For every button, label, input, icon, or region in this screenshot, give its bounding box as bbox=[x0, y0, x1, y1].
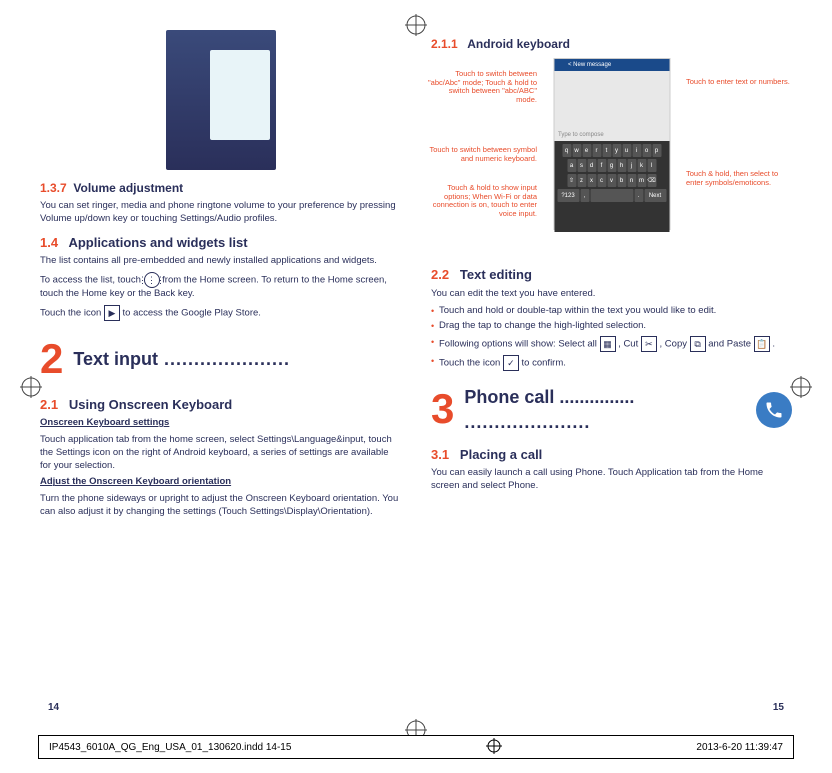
keyboard-key: l bbox=[647, 159, 656, 172]
keyboard-key: b bbox=[617, 174, 626, 187]
page-number-right: 15 bbox=[773, 702, 784, 713]
play-store-icon: ▶ bbox=[104, 305, 120, 321]
text-editing-list: Touch and hold or double-tap within the … bbox=[431, 305, 792, 372]
keyboard-key: p bbox=[652, 144, 661, 157]
keyboard-key: g bbox=[607, 159, 616, 172]
keyboard-key: y bbox=[612, 144, 621, 157]
keyboard-key: d bbox=[587, 159, 596, 172]
select-all-icon: ▦ bbox=[600, 336, 616, 352]
space-key bbox=[590, 189, 633, 202]
registration-mark-icon bbox=[405, 14, 427, 36]
keyboard-key: v bbox=[607, 174, 616, 187]
phone-app-icon bbox=[756, 392, 792, 428]
keyboard-key: o bbox=[642, 144, 651, 157]
paste-icon: 📋 bbox=[754, 336, 770, 352]
shift-key-icon: ⇧ bbox=[567, 174, 576, 187]
heading-1-4: 1.4 Applications and widgets list bbox=[40, 234, 401, 252]
keyboard-key: n bbox=[627, 174, 636, 187]
keyboard-key: q bbox=[562, 144, 571, 157]
settings-screenshot bbox=[166, 30, 276, 170]
body-kb-settings: Touch application tab from the home scre… bbox=[40, 434, 401, 472]
subheading-kb-orientation: Adjust the Onscreen Keyboard orientation bbox=[40, 476, 401, 489]
keyboard-key: u bbox=[622, 144, 631, 157]
keyboard-key: x bbox=[587, 174, 596, 187]
keyboard-key: s bbox=[577, 159, 586, 172]
heading-1-3-7: 1.3.7 Volume adjustment bbox=[40, 180, 401, 196]
right-page: 2.1.1 Android keyboard Touch to switch b… bbox=[431, 30, 792, 523]
keyboard-key: e bbox=[582, 144, 591, 157]
period-key: . bbox=[634, 189, 643, 202]
heading-2-2: 2.2 Text editing bbox=[431, 266, 792, 284]
copy-icon: ⧉ bbox=[690, 336, 706, 352]
left-page: 1.3.7 Volume adjustment You can set ring… bbox=[40, 30, 401, 523]
body-2-2-intro: You can edit the text you have entered. bbox=[431, 288, 792, 301]
keyboard-figure: Touch to switch between "abc/Abc" mode; … bbox=[431, 58, 792, 258]
confirm-check-icon: ✓ bbox=[503, 355, 519, 371]
body-1-4-p3: Touch the icon ▶ to access the Google Pl… bbox=[40, 305, 401, 321]
footer-timestamp: 2013-6-20 11:39:47 bbox=[696, 742, 783, 753]
chapter-3-heading: 3 Phone call ............... bbox=[431, 381, 792, 438]
subheading-kb-settings: Onscreen Keyboard settings bbox=[40, 417, 401, 430]
keyboard-key: a bbox=[567, 159, 576, 172]
next-key: Next bbox=[644, 189, 666, 202]
cut-icon: ✂ bbox=[641, 336, 657, 352]
body-kb-orientation: Turn the phone sideways or upright to ad… bbox=[40, 493, 401, 519]
callout-symbol-keyboard: Touch to switch between symbol and numer… bbox=[427, 146, 537, 163]
list-item: Following options will show: Select all … bbox=[431, 336, 792, 352]
registration-mark-icon bbox=[790, 376, 812, 398]
print-footer: IP4543_6010A_QG_Eng_USA_01_130620.indd 1… bbox=[38, 735, 794, 759]
compose-placeholder: Type to compose bbox=[558, 131, 604, 139]
heading-3-1: 3.1 Placing a call bbox=[431, 446, 792, 464]
keyboard-key: w bbox=[572, 144, 581, 157]
keyboard-key: t bbox=[602, 144, 611, 157]
keyboard-key: h bbox=[617, 159, 626, 172]
keyboard-key: i bbox=[632, 144, 641, 157]
keyboard-key: k bbox=[637, 159, 646, 172]
phone-title-bar: < New message bbox=[554, 59, 669, 71]
registration-mark-icon bbox=[20, 376, 42, 398]
keyboard-rows: q w e r t y u i o p a s d bbox=[554, 141, 669, 232]
body-1-3-7: You can set ringer, media and phone ring… bbox=[40, 200, 401, 226]
keyboard-key: j bbox=[627, 159, 636, 172]
keyboard-key: r bbox=[592, 144, 601, 157]
backspace-key-icon: ⌫ bbox=[647, 174, 656, 187]
list-item: Touch and hold or double-tap within the … bbox=[431, 305, 792, 318]
list-item: Touch the icon ✓ to confirm. bbox=[431, 355, 792, 371]
keyboard-key: f bbox=[597, 159, 606, 172]
message-area: Type to compose bbox=[554, 71, 669, 141]
body-1-4-p1: The list contains all pre-embedded and n… bbox=[40, 255, 401, 268]
callout-mode-switch: Touch to switch between "abc/Abc" mode; … bbox=[427, 70, 537, 105]
page-spread: 1.3.7 Volume adjustment You can set ring… bbox=[0, 0, 832, 523]
heading-2-1: 2.1 Using Onscreen Keyboard bbox=[40, 396, 401, 414]
chapter-2-heading: 2 Text input bbox=[40, 331, 401, 388]
apps-grid-icon: ⋮⋮⋮ bbox=[144, 272, 160, 288]
list-item: Drag the tap to change the high-lighted … bbox=[431, 320, 792, 333]
body-3-1: You can easily launch a call using Phone… bbox=[431, 467, 792, 493]
keyboard-key: c bbox=[597, 174, 606, 187]
keyboard-phone-mock: < New message Type to compose q w e r t … bbox=[553, 58, 670, 230]
heading-2-1-1: 2.1.1 Android keyboard bbox=[431, 36, 792, 52]
symbol-key: ?123 bbox=[557, 189, 579, 202]
keyboard-key: z bbox=[577, 174, 586, 187]
callout-voice-input: Touch & hold to show input options; When… bbox=[427, 184, 537, 219]
page-number-left: 14 bbox=[48, 702, 59, 713]
registration-mark-icon bbox=[486, 738, 502, 757]
comma-key: , bbox=[580, 189, 589, 202]
callout-hold-symbols: Touch & hold, then select to enter symbo… bbox=[686, 170, 796, 187]
body-1-4-p2: To access the list, touch ⋮⋮⋮ from the H… bbox=[40, 272, 401, 301]
keyboard-key: m bbox=[637, 174, 646, 187]
callout-enter-text: Touch to enter text or numbers. bbox=[686, 78, 796, 87]
footer-filename: IP4543_6010A_QG_Eng_USA_01_130620.indd 1… bbox=[49, 742, 291, 753]
